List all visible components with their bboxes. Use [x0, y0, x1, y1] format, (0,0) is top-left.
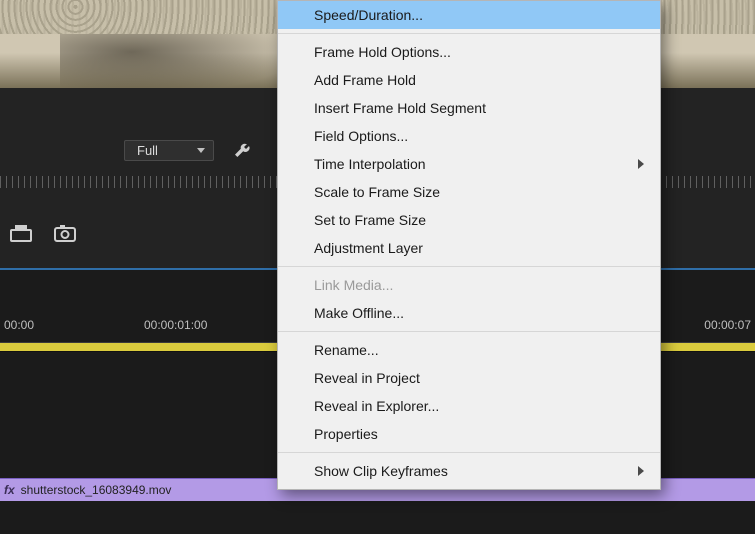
preview-image — [60, 34, 300, 88]
camera-icon — [54, 224, 76, 242]
menu-item-label: Properties — [314, 426, 378, 442]
timecode-label: 00:00 — [4, 318, 144, 332]
menu-item[interactable]: Time Interpolation — [278, 150, 660, 178]
menu-item-label: Time Interpolation — [314, 156, 426, 172]
menu-item[interactable]: Properties — [278, 420, 660, 448]
menu-item-label: Scale to Frame Size — [314, 184, 440, 200]
snapshot-button[interactable] — [54, 224, 76, 242]
menu-item-label: Add Frame Hold — [314, 72, 416, 88]
timecode-label: 00:00:01:00 — [144, 318, 284, 332]
menu-item[interactable]: Add Frame Hold — [278, 66, 660, 94]
menu-item-label: Adjustment Layer — [314, 240, 423, 256]
fx-badge: fx — [4, 483, 15, 497]
menu-item[interactable]: Field Options... — [278, 122, 660, 150]
clip-name: shutterstock_16083949.mov — [21, 483, 172, 497]
resolution-dropdown[interactable]: Full — [124, 140, 214, 161]
menu-separator — [278, 452, 660, 453]
menu-item[interactable]: Reveal in Project — [278, 364, 660, 392]
menu-item-label: Field Options... — [314, 128, 408, 144]
monitor-tools — [10, 224, 76, 242]
settings-button[interactable] — [232, 141, 252, 161]
menu-item[interactable]: Show Clip Keyframes — [278, 457, 660, 485]
resolution-label: Full — [137, 143, 158, 158]
chevron-right-icon — [638, 159, 644, 169]
menu-item-label: Reveal in Explorer... — [314, 398, 439, 414]
export-frame-icon — [10, 224, 32, 242]
resolution-row: Full — [124, 140, 252, 161]
menu-item[interactable]: Reveal in Explorer... — [278, 392, 660, 420]
menu-item[interactable]: Speed/Duration... — [278, 1, 660, 29]
menu-item-label: Frame Hold Options... — [314, 44, 451, 60]
menu-item-label: Insert Frame Hold Segment — [314, 100, 486, 116]
menu-item[interactable]: Frame Hold Options... — [278, 38, 660, 66]
clip-context-menu: Speed/Duration... Frame Hold Options... Ad… — [277, 0, 661, 490]
export-frame-button[interactable] — [10, 224, 32, 242]
menu-separator — [278, 33, 660, 34]
menu-item-label: Set to Frame Size — [314, 212, 426, 228]
menu-item[interactable]: Set to Frame Size — [278, 206, 660, 234]
menu-separator — [278, 266, 660, 267]
menu-item-label: Speed/Duration... — [314, 7, 423, 23]
menu-item[interactable]: Insert Frame Hold Segment — [278, 94, 660, 122]
chevron-right-icon — [638, 466, 644, 476]
menu-item[interactable]: Rename... — [278, 336, 660, 364]
menu-item: Link Media... — [278, 271, 660, 299]
menu-item-label: Reveal in Project — [314, 370, 420, 386]
chevron-down-icon — [197, 148, 205, 153]
timecode-label: 00:00:07 — [704, 318, 751, 332]
menu-item[interactable]: Adjustment Layer — [278, 234, 660, 262]
menu-item-label: Show Clip Keyframes — [314, 463, 448, 479]
menu-item-label: Link Media... — [314, 277, 393, 293]
menu-item-label: Rename... — [314, 342, 379, 358]
wrench-icon — [232, 141, 252, 161]
menu-item[interactable]: Make Offline... — [278, 299, 660, 327]
menu-item[interactable]: Scale to Frame Size — [278, 178, 660, 206]
menu-item-label: Make Offline... — [314, 305, 404, 321]
menu-separator — [278, 331, 660, 332]
